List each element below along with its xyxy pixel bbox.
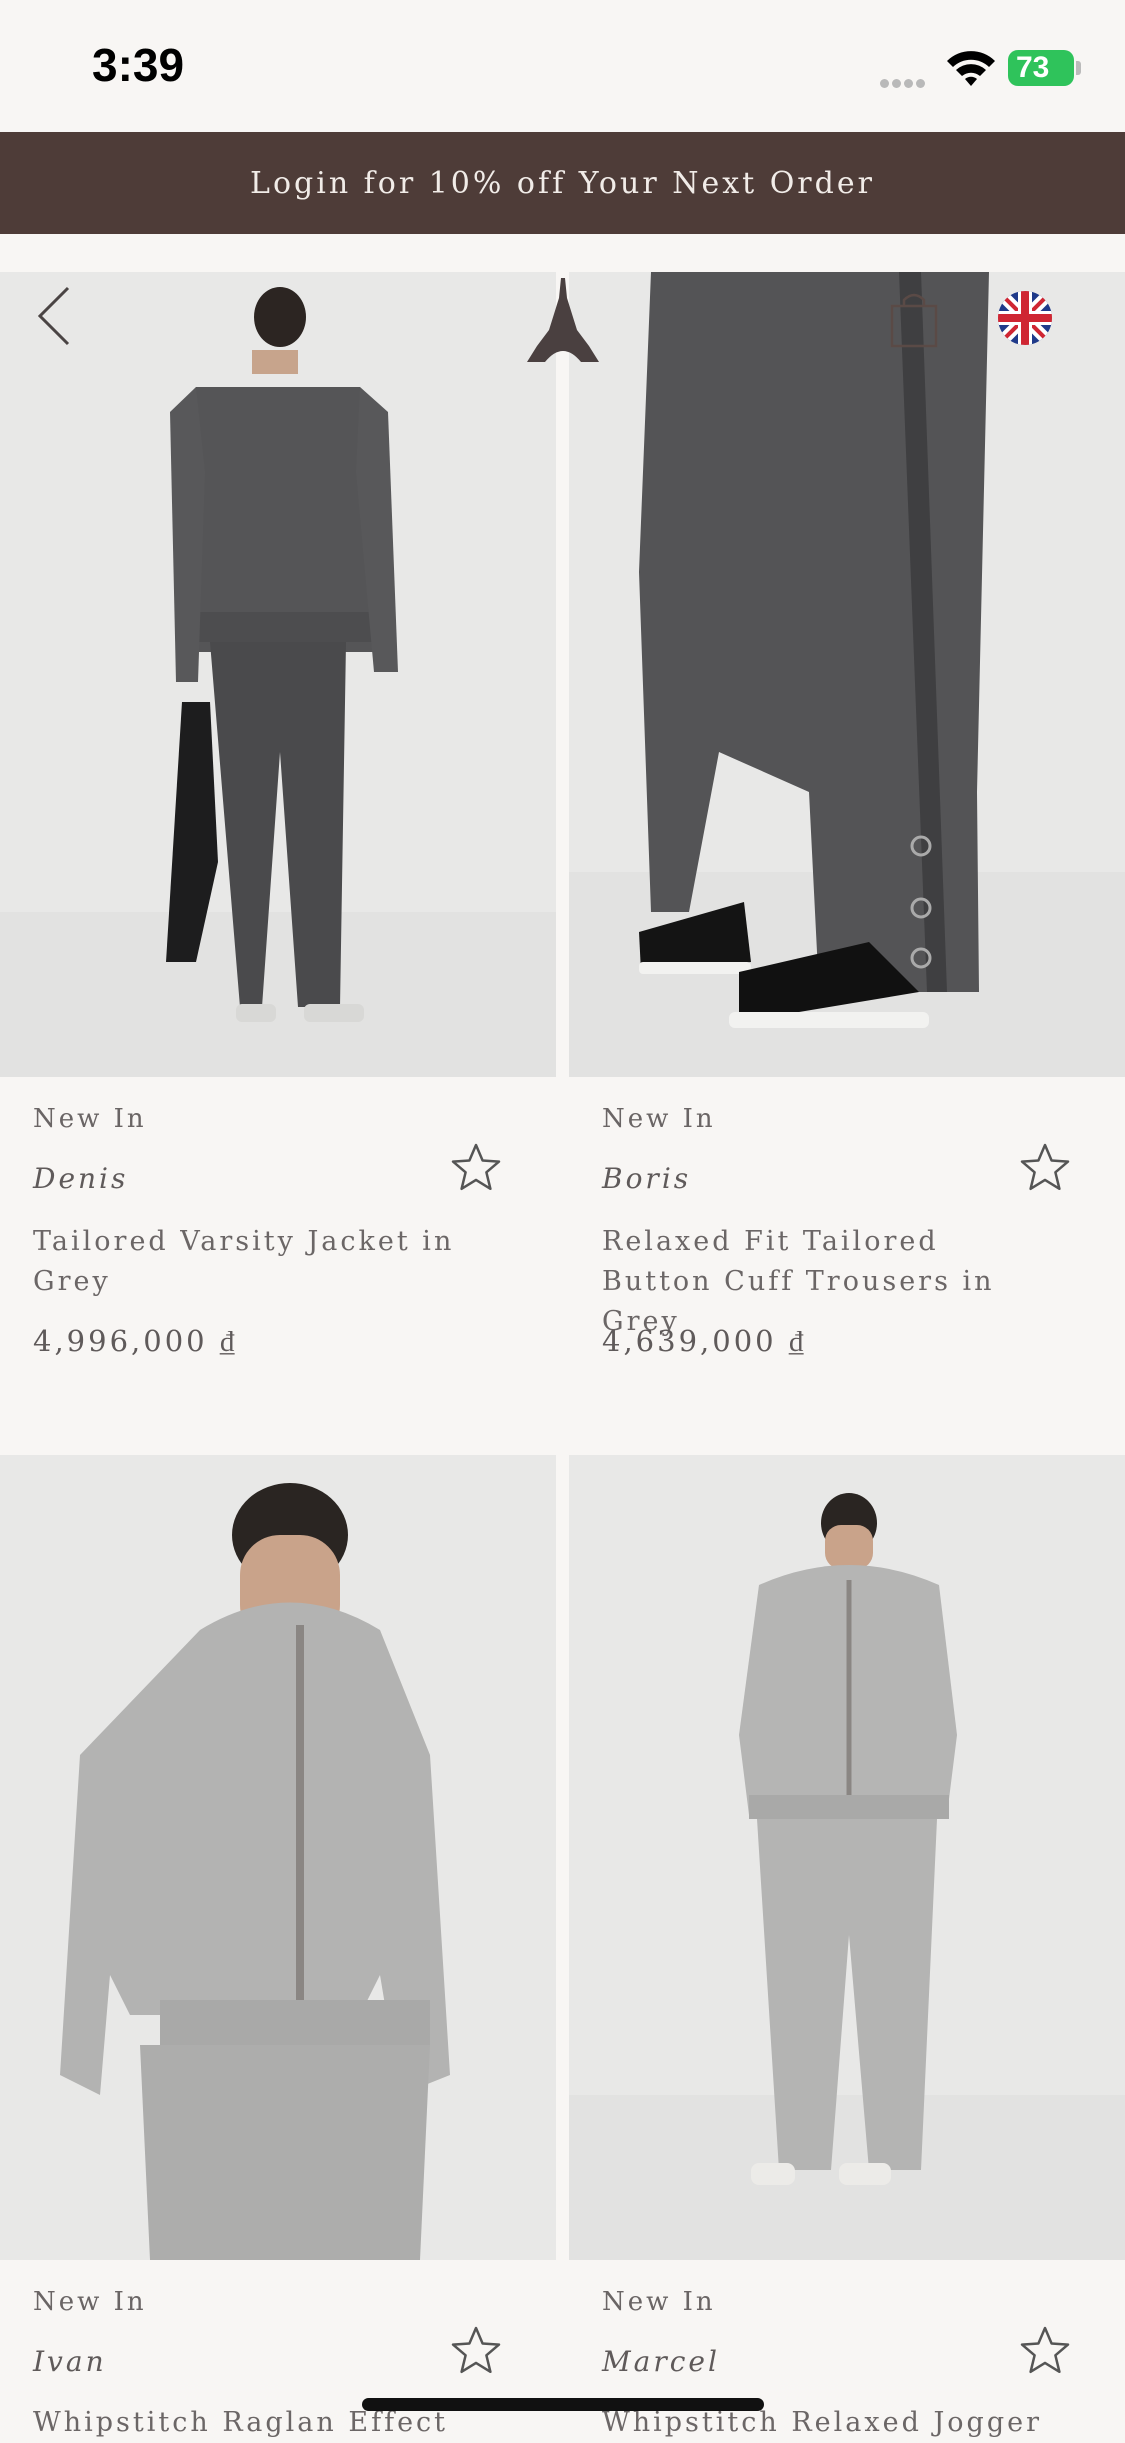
product-tag: New In [602, 2287, 716, 2317]
product-image[interactable] [0, 272, 556, 1077]
battery-level: 73 [1016, 51, 1050, 84]
battery-indicator: 73 [1008, 50, 1074, 86]
product-image[interactable] [569, 272, 1125, 1077]
star-outline-icon[interactable] [1019, 2325, 1071, 2375]
uk-flag-icon[interactable] [997, 290, 1053, 346]
star-outline-icon[interactable] [450, 2325, 502, 2375]
product-name[interactable]: Tailored Varsity Jacket in Grey [33, 1222, 473, 1302]
product-card[interactable]: New In Ivan Whipstitch Raglan Effect [0, 1455, 556, 2438]
product-tag: New In [33, 1104, 147, 1134]
cellular-signal-icon [880, 73, 928, 92]
product-brand[interactable]: Boris [602, 1162, 691, 1195]
home-indicator[interactable] [362, 2398, 764, 2411]
product-card[interactable]: New In Denis Tailored Varsity Jacket in … [0, 272, 556, 1452]
status-bar: 3:39 73 [0, 0, 1125, 132]
product-brand[interactable]: Ivan [33, 2345, 107, 2378]
product-price: 4,639,000 ₫ [602, 1324, 807, 1358]
promo-banner-text: Login for 10% off Your Next Order [250, 165, 875, 201]
product-tag: New In [33, 2287, 147, 2317]
status-time: 3:39 [92, 39, 185, 91]
wifi-icon [947, 51, 995, 86]
product-brand[interactable]: Marcel [602, 2345, 720, 2378]
star-outline-icon[interactable] [450, 1142, 502, 1192]
product-image[interactable] [569, 1455, 1125, 2260]
battery-cap [1076, 61, 1081, 75]
chevron-left-icon[interactable] [34, 284, 74, 348]
product-image[interactable] [0, 1455, 556, 2260]
promo-banner[interactable]: Login for 10% off Your Next Order [0, 132, 1125, 234]
product-card[interactable]: New In Marcel Whipstitch Relaxed Jogger [569, 1455, 1125, 2438]
product-brand[interactable]: Denis [33, 1162, 128, 1195]
product-card[interactable]: New In Boris Relaxed Fit Tailored Button… [569, 272, 1125, 1452]
shopping-bag-icon[interactable] [888, 290, 940, 348]
star-outline-icon[interactable] [1019, 1142, 1071, 1192]
eiffel-tower-logo[interactable] [525, 278, 601, 362]
product-price: 4,996,000 ₫ [33, 1324, 238, 1358]
product-tag: New In [602, 1104, 716, 1134]
